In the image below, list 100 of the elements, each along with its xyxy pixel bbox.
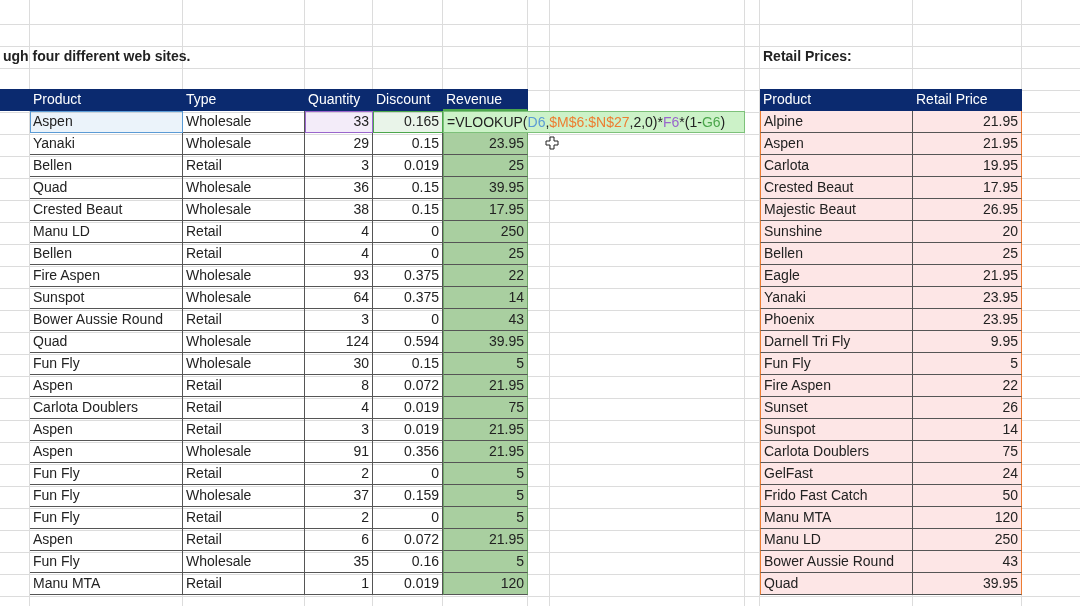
table-cell: 50 bbox=[913, 485, 1022, 507]
column-header: Type bbox=[183, 89, 305, 111]
table-cell: 120 bbox=[913, 507, 1022, 529]
table-cell: Retail bbox=[183, 507, 305, 529]
table-cell: 37 bbox=[305, 485, 373, 507]
table-cell: GelFast bbox=[760, 463, 913, 485]
table-cell: 26 bbox=[913, 397, 1022, 419]
column-header: Discount bbox=[373, 89, 443, 111]
table-cell: 3 bbox=[305, 309, 373, 331]
table-cell: Wholesale bbox=[183, 331, 305, 353]
table-cell: 120 bbox=[443, 573, 528, 595]
table-cell: 4 bbox=[305, 243, 373, 265]
table-cell: 75 bbox=[443, 397, 528, 419]
table-cell: 4 bbox=[305, 221, 373, 243]
table-cell: Fun Fly bbox=[30, 463, 183, 485]
table-cell: Yanaki bbox=[30, 133, 183, 155]
table-cell: 5 bbox=[913, 353, 1022, 375]
section-title: Retail Prices: bbox=[763, 48, 852, 64]
table-cell: 17.95 bbox=[913, 177, 1022, 199]
table-cell: Carlota Doublers bbox=[30, 397, 183, 419]
cell-cursor-icon bbox=[545, 136, 559, 150]
table-cell: Bellen bbox=[30, 155, 183, 177]
table-cell: Aspen bbox=[30, 419, 183, 441]
table-cell: Retail bbox=[183, 309, 305, 331]
table-cell: Majestic Beaut bbox=[760, 199, 913, 221]
table-cell: 39.95 bbox=[443, 177, 528, 199]
table-cell: 25 bbox=[443, 155, 528, 177]
sheet-title: ugh four different web sites. bbox=[3, 48, 191, 64]
table-cell: 24 bbox=[913, 463, 1022, 485]
table-cell: 5 bbox=[443, 507, 528, 529]
table-cell: Retail bbox=[183, 375, 305, 397]
table-cell: Wholesale bbox=[183, 133, 305, 155]
table-cell: 17.95 bbox=[443, 199, 528, 221]
column-header: Product bbox=[30, 89, 183, 111]
table-cell: Retail bbox=[183, 529, 305, 551]
table-cell: Eagle bbox=[760, 265, 913, 287]
table-cell: 250 bbox=[443, 221, 528, 243]
table-cell: Aspen bbox=[760, 133, 913, 155]
table-cell: 21.95 bbox=[913, 111, 1022, 133]
table-cell: Manu LD bbox=[30, 221, 183, 243]
column-header: Revenue bbox=[443, 89, 528, 111]
table-cell: 8 bbox=[305, 375, 373, 397]
table-cell: Yanaki bbox=[760, 287, 913, 309]
table-cell: 33 bbox=[305, 111, 373, 133]
table-cell: Bellen bbox=[30, 243, 183, 265]
table-cell: 25 bbox=[913, 243, 1022, 265]
table-cell: 25 bbox=[443, 243, 528, 265]
table-cell: 21.95 bbox=[443, 441, 528, 463]
table-cell: 35 bbox=[305, 551, 373, 573]
table-cell: 39.95 bbox=[913, 573, 1022, 595]
table-cell: Retail bbox=[183, 463, 305, 485]
table-cell: Crested Beaut bbox=[30, 199, 183, 221]
table-cell: Crested Beaut bbox=[760, 177, 913, 199]
table-cell: Bellen bbox=[760, 243, 913, 265]
column-header: Quantity bbox=[305, 89, 373, 111]
table-cell: 6 bbox=[305, 529, 373, 551]
table-cell: Fun Fly bbox=[30, 507, 183, 529]
table-cell: 3 bbox=[305, 419, 373, 441]
table-cell: 14 bbox=[913, 419, 1022, 441]
table-cell: 43 bbox=[443, 309, 528, 331]
table-cell: Wholesale bbox=[183, 287, 305, 309]
table-cell: 5 bbox=[443, 463, 528, 485]
table-cell: 23.95 bbox=[913, 287, 1022, 309]
table-cell: 36 bbox=[305, 177, 373, 199]
table-cell: 20 bbox=[913, 221, 1022, 243]
table-cell: Wholesale bbox=[183, 177, 305, 199]
table-cell: Fun Fly bbox=[30, 485, 183, 507]
table-cell: Retail bbox=[183, 573, 305, 595]
table-cell: Retail bbox=[183, 155, 305, 177]
table-cell: Wholesale bbox=[183, 199, 305, 221]
table-cell: Alpine bbox=[760, 111, 913, 133]
table-cell: Retail bbox=[183, 397, 305, 419]
table-cell: 4 bbox=[305, 397, 373, 419]
table-cell: Sunspot bbox=[30, 287, 183, 309]
table-cell: 22 bbox=[443, 265, 528, 287]
table-cell: Wholesale bbox=[183, 441, 305, 463]
table-cell: Quad bbox=[760, 573, 913, 595]
formula-cell[interactable]: =VLOOKUP(D6,$M$6:$N$27,2,0)*F6*(1-G6) bbox=[443, 111, 745, 133]
table-cell: 19.95 bbox=[913, 155, 1022, 177]
table-cell: Wholesale bbox=[183, 111, 305, 133]
table-cell: Manu LD bbox=[760, 529, 913, 551]
table-cell: 5 bbox=[443, 353, 528, 375]
column-header: Product bbox=[760, 89, 913, 111]
table-cell: 21.95 bbox=[913, 133, 1022, 155]
table-cell: 14 bbox=[443, 287, 528, 309]
column-header: Retail Price bbox=[913, 89, 1022, 111]
table-cell: 75 bbox=[913, 441, 1022, 463]
table-cell: Quad bbox=[30, 177, 183, 199]
table-cell: Aspen bbox=[30, 529, 183, 551]
table-cell: Fun Fly bbox=[760, 353, 913, 375]
table-cell: Bower Aussie Round bbox=[30, 309, 183, 331]
table-cell: Darnell Tri Fly bbox=[760, 331, 913, 353]
table-cell: 124 bbox=[305, 331, 373, 353]
table-cell: Fun Fly bbox=[30, 353, 183, 375]
table-cell: 23.95 bbox=[913, 309, 1022, 331]
table-cell: 1 bbox=[305, 573, 373, 595]
table-cell: Carlota Doublers bbox=[760, 441, 913, 463]
table-cell: Fire Aspen bbox=[760, 375, 913, 397]
table-cell: Manu MTA bbox=[30, 573, 183, 595]
table-cell: 2 bbox=[305, 463, 373, 485]
